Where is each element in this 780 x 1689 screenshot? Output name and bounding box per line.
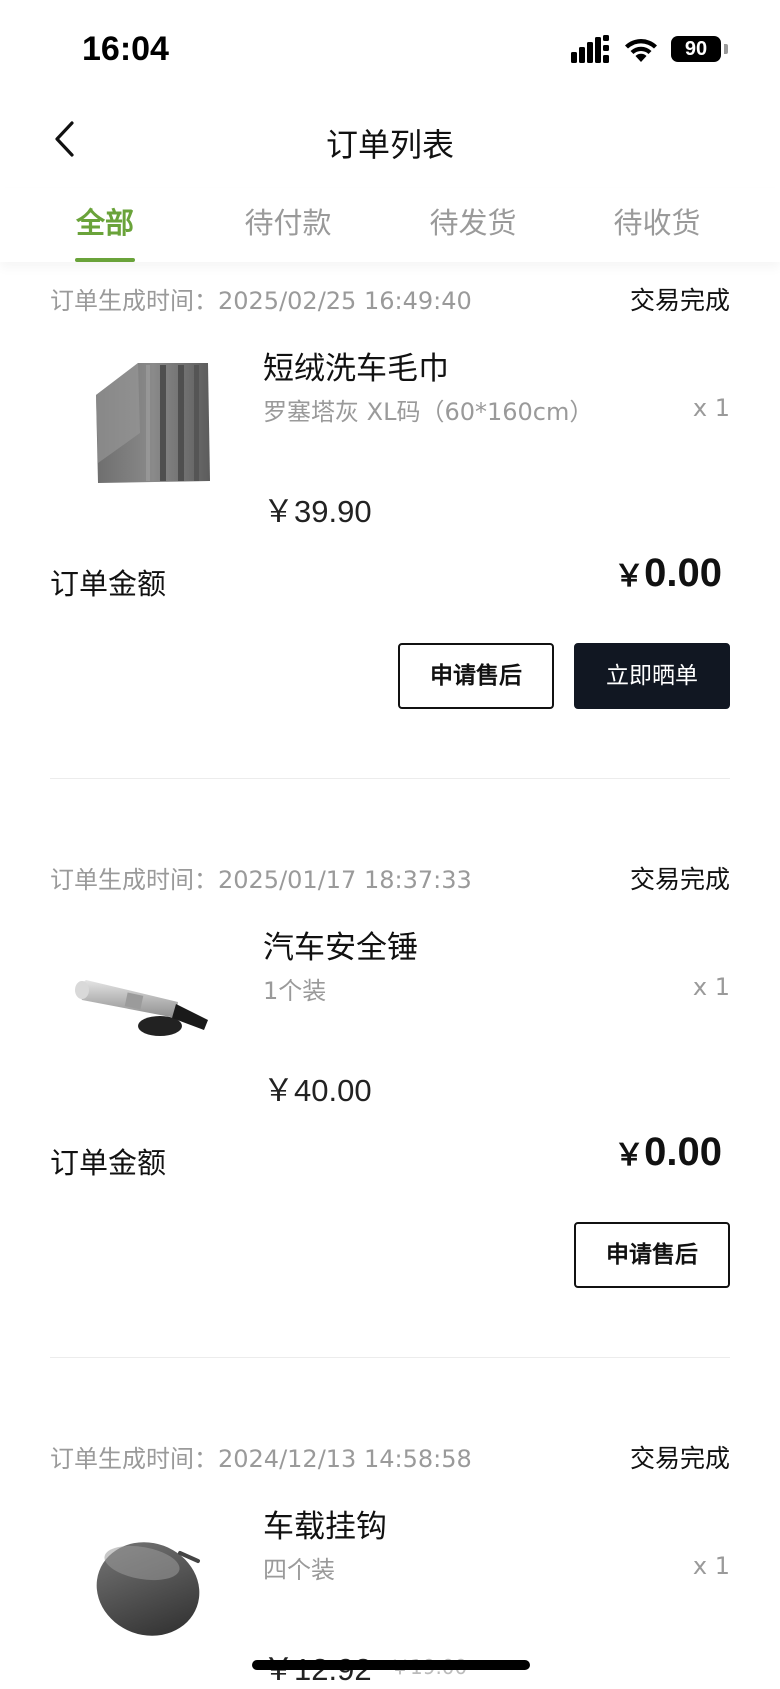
order-status: 交易完成	[629, 865, 730, 894]
order-amount: ￥0.00	[614, 1130, 722, 1174]
tab-active-indicator	[75, 258, 135, 262]
amount-label: 订单金额	[50, 567, 167, 601]
page-title: 订单列表	[325, 126, 454, 164]
car-hook-image[interactable]	[68, 1501, 218, 1651]
status-bar: 16:04 90	[0, 0, 780, 100]
tab-all[interactable]: 全部	[15, 200, 195, 242]
divider	[50, 778, 730, 779]
battery-icon: 90	[671, 36, 721, 62]
after-sales-button[interactable]: 申请售后	[398, 643, 554, 709]
product-name[interactable]: 汽车安全锤	[263, 922, 418, 967]
home-indicator	[252, 1660, 530, 1670]
product-spec: 四个装	[263, 1556, 335, 1584]
safety-hammer-image[interactable]	[68, 922, 218, 1072]
battery-cap	[724, 44, 728, 54]
product-qty: x 1	[692, 394, 730, 422]
product-price: ￥40.00	[263, 1073, 372, 1108]
post-review-button[interactable]: 立即晒单	[574, 643, 730, 709]
product-name[interactable]: 短绒洗车毛巾	[263, 343, 449, 388]
order-status: 交易完成	[629, 286, 730, 315]
tab-pending-receipt[interactable]: 待收货	[567, 200, 747, 242]
product-qty: x 1	[692, 1552, 730, 1580]
product-spec: 罗塞塔灰 XL码（60*160cm）	[263, 398, 594, 426]
order-time: 订单生成时间：2025/02/25 16:49:40	[50, 287, 472, 315]
product-name[interactable]: 车载挂钩	[263, 1501, 387, 1546]
order-time: 订单生成时间：2025/01/17 18:37:33	[50, 866, 472, 894]
amount-label: 订单金额	[50, 1146, 167, 1180]
divider	[50, 1357, 730, 1358]
tab-bar: 全部 待付款 待发货 待收货	[0, 188, 780, 262]
nav-bar: 订单列表	[0, 100, 780, 180]
tab-pending-shipment[interactable]: 待发货	[383, 200, 563, 242]
after-sales-button[interactable]: 申请售后	[574, 1222, 730, 1288]
gray-towel-image[interactable]	[68, 343, 218, 493]
status-icons: 90	[571, 35, 728, 63]
wifi-icon	[625, 39, 657, 62]
signal-icon	[571, 35, 609, 63]
status-time: 16:04	[82, 30, 169, 68]
order-amount: ￥0.00	[614, 551, 722, 595]
product-spec: 1个装	[263, 977, 327, 1005]
product-qty: x 1	[692, 973, 730, 1001]
product-price: ￥39.90	[263, 494, 372, 529]
order-time: 订单生成时间：2024/12/13 14:58:58	[50, 1445, 472, 1473]
order-status: 交易完成	[629, 1444, 730, 1473]
tab-pending-payment[interactable]: 待付款	[198, 200, 378, 242]
